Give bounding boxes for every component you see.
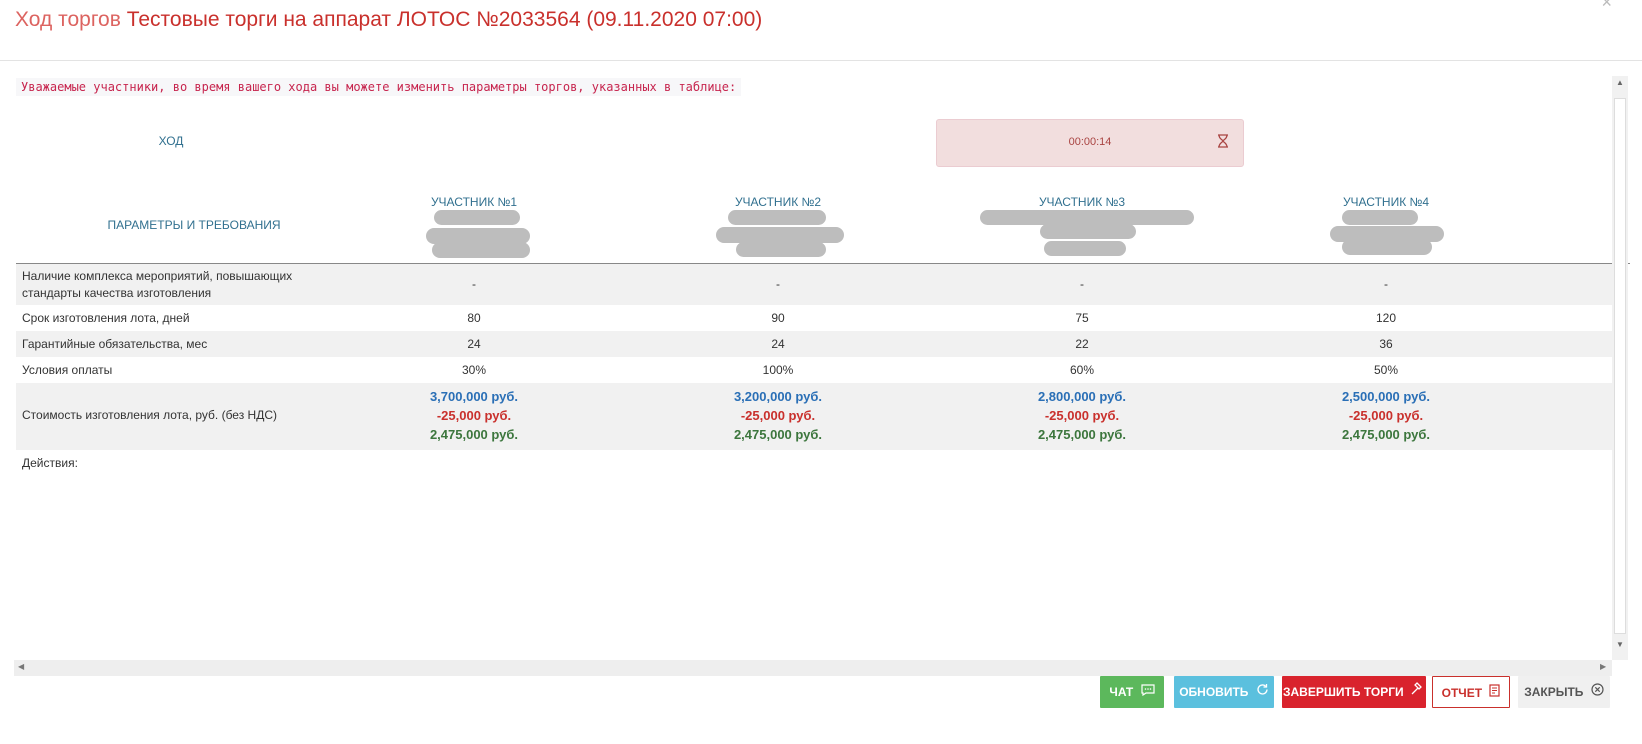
price-base: 3,700,000 руб. <box>429 389 519 404</box>
price-discount: -25,000 руб. <box>1348 408 1424 423</box>
redacted-name <box>736 242 826 257</box>
price-total: 2,475,000 руб. <box>733 427 823 442</box>
cell-value: 120 <box>1375 311 1397 325</box>
cell-value: 75 <box>1075 311 1089 325</box>
table-row: Срок изготовления лота, дней 80 90 75 12… <box>16 305 1614 331</box>
params-header: ПАРАМЕТРЫ И ТРЕБОВАНИЯ <box>107 218 281 232</box>
close-button[interactable]: ЗАКРЫТЬ <box>1518 676 1610 708</box>
document-icon <box>1489 677 1500 709</box>
price-base: 2,800,000 руб. <box>1037 389 1127 404</box>
notice-text: Уважаемые участники, во время вашего ход… <box>16 78 742 96</box>
cell-value: - <box>472 277 476 291</box>
cell-value: 100% <box>762 363 794 377</box>
refresh-label: ОБНОВИТЬ <box>1179 685 1249 699</box>
turn-label: ХОД <box>158 134 184 148</box>
price-base: 3,200,000 руб. <box>733 389 823 404</box>
chat-button[interactable]: ЧАТ <box>1100 676 1164 708</box>
price-discount: -25,000 руб. <box>740 408 816 423</box>
cell-value: 90 <box>771 311 785 325</box>
cell-value: 50% <box>1373 363 1399 377</box>
price-base: 2,500,000 руб. <box>1341 389 1431 404</box>
participant-2-header[interactable]: УЧАСТНИК №2 <box>678 195 878 209</box>
gavel-icon <box>1411 676 1425 708</box>
turn-timer: 00:00:14 <box>936 119 1244 167</box>
participant-3-header[interactable]: УЧАСТНИК №3 <box>982 195 1182 209</box>
report-label: ОТЧЕТ <box>1441 686 1483 700</box>
cell-value: - <box>776 277 780 291</box>
cell-value: 22 <box>1075 337 1089 351</box>
cell-value: 60% <box>1069 363 1095 377</box>
participant-1-header[interactable]: УЧАСТНИК №1 <box>374 195 574 209</box>
scroll-down-icon[interactable]: ▼ <box>1616 640 1624 649</box>
close-circle-icon <box>1591 676 1604 708</box>
cell-value: 24 <box>771 337 785 351</box>
redacted-name <box>980 210 1194 225</box>
horizontal-scrollbar[interactable]: ◀ ▶ <box>14 660 1612 676</box>
finish-auction-button[interactable]: ЗАВЕРШИТЬ ТОРГИ <box>1282 676 1426 708</box>
row-label: Условия оплаты <box>22 363 113 377</box>
cell-value: 24 <box>467 337 481 351</box>
scroll-right-icon[interactable]: ▶ <box>1600 662 1606 671</box>
timer-value: 00:00:14 <box>1068 136 1112 148</box>
actions-label: Действия: <box>22 456 78 470</box>
redacted-name <box>1044 241 1126 256</box>
price-total: 2,475,000 руб. <box>1037 427 1127 442</box>
report-button[interactable]: ОТЧЕТ <box>1432 676 1510 708</box>
cell-value: 30% <box>461 363 487 377</box>
row-label: Наличие комплекса мероприятий, повышающи… <box>22 269 293 300</box>
close-icon[interactable]: × <box>1601 0 1612 13</box>
row-label: Стоимость изготовления лота, руб. (без Н… <box>22 408 278 422</box>
scroll-left-icon[interactable]: ◀ <box>18 662 24 671</box>
redacted-name <box>1342 239 1432 255</box>
chat-icon <box>1140 676 1155 708</box>
finish-label: ЗАВЕРШИТЬ ТОРГИ <box>1283 685 1404 699</box>
scroll-up-icon[interactable]: ▲ <box>1616 78 1624 87</box>
row-label: Срок изготовления лота, дней <box>22 311 190 325</box>
vertical-scrollbar[interactable]: ▲ ▼ <box>1612 76 1628 660</box>
refresh-icon <box>1256 676 1269 708</box>
cell-value: - <box>1384 277 1388 291</box>
hourglass-icon <box>1217 134 1229 151</box>
price-discount: -25,000 руб. <box>436 408 512 423</box>
price-row: Стоимость изготовления лота, руб. (без Н… <box>16 383 1614 450</box>
redacted-name <box>1342 210 1418 225</box>
redacted-name <box>434 210 520 225</box>
refresh-button[interactable]: ОБНОВИТЬ <box>1174 676 1274 708</box>
title-prefix: Ход торгов <box>15 8 121 31</box>
modal-footer: ЧАТ ОБНОВИТЬ ЗАВЕРШИТЬ ТОРГИ ОТЧЕТ ЗАКРЫ… <box>0 676 1642 744</box>
chat-label: ЧАТ <box>1109 685 1134 699</box>
scroll-thumb[interactable] <box>1614 98 1626 634</box>
cell-value: 80 <box>467 311 481 325</box>
redacted-name <box>716 227 844 243</box>
redacted-name <box>1040 224 1136 239</box>
modal-header: Ход торгов Тестовые торги на аппарат ЛОТ… <box>0 0 1642 61</box>
table-row: Наличие комплекса мероприятий, повышающи… <box>16 264 1614 305</box>
table-row: Гарантийные обязательства, мес 24 24 22 … <box>16 331 1614 357</box>
price-total: 2,475,000 руб. <box>1341 427 1431 442</box>
table-row: Условия оплаты 30% 100% 60% 50% <box>16 357 1614 383</box>
redacted-name <box>432 242 530 258</box>
participant-4-header[interactable]: УЧАСТНИК №4 <box>1286 195 1486 209</box>
modal-title: Ход торгов Тестовые торги на аппарат ЛОТ… <box>15 8 762 32</box>
cell-value: - <box>1080 277 1084 291</box>
modal-body: Уважаемые участники, во время вашего ход… <box>14 76 1630 676</box>
price-discount: -25,000 руб. <box>1044 408 1120 423</box>
close-label: ЗАКРЫТЬ <box>1524 685 1584 699</box>
cell-value: 36 <box>1379 337 1393 351</box>
redacted-name <box>728 210 826 225</box>
row-label: Гарантийные обязательства, мес <box>22 337 208 351</box>
title-main: Тестовые торги на аппарат ЛОТОС №2033564… <box>126 8 763 31</box>
price-total: 2,475,000 руб. <box>429 427 519 442</box>
